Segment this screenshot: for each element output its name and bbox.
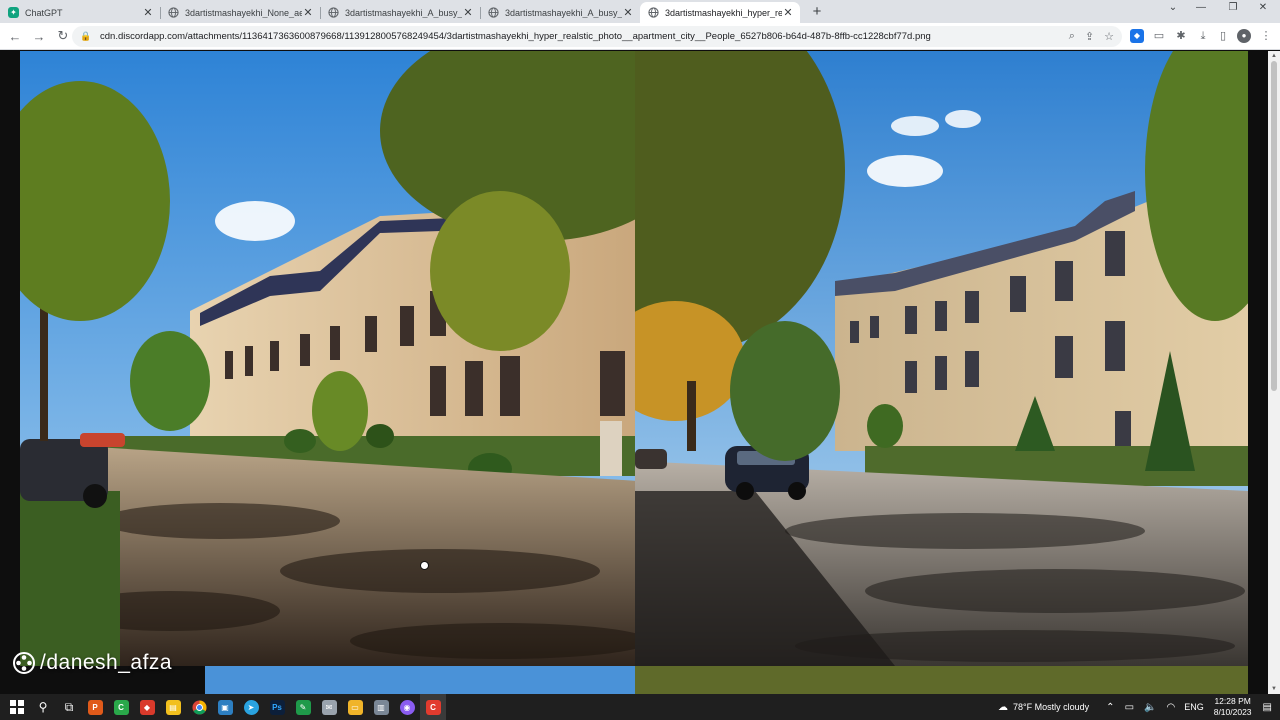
tab-image-active[interactable]: 3dartistmashayekhi_hyper_realsti ✕	[640, 2, 800, 23]
tab-image-1[interactable]: 3dartistmashayekhi_None_aefdd ✕	[160, 2, 320, 23]
browser-toolbar: ← → ↻ 🔒 cdn.discordapp.com/attachments/1…	[0, 23, 1280, 50]
clock[interactable]: 12:28 PM 8/10/2023	[1214, 696, 1252, 718]
language-indicator[interactable]: ENG	[1184, 702, 1204, 712]
film-reel-icon	[13, 652, 35, 674]
close-icon[interactable]: ✕	[302, 6, 314, 19]
file-explorer-icon[interactable]: ▭	[342, 694, 368, 720]
tab-title: 3dartistmashayekhi_hyper_realsti	[665, 7, 782, 18]
app-icon[interactable]: ✎	[290, 694, 316, 720]
tab-chatgpt[interactable]: ✦ ChatGPT ✕	[0, 2, 160, 23]
generated-image-right	[635, 51, 1248, 666]
page-viewport: ▲ ▼ /danesh_afza	[0, 51, 1280, 694]
globe-icon	[328, 7, 339, 18]
app-icon[interactable]: C	[108, 694, 134, 720]
chatgpt-icon: ✦	[8, 7, 19, 18]
chrome-icon[interactable]	[186, 694, 212, 720]
zoom-cursor-icon	[420, 561, 429, 570]
lock-icon: 🔒	[80, 31, 92, 41]
puzzle-icon[interactable]: ✱	[1174, 29, 1188, 43]
photoshop-icon[interactable]: Ps	[264, 694, 290, 720]
tab-image-3[interactable]: 3dartistmashayekhi_A_busy_city_ ✕	[480, 2, 640, 23]
tab-title: ChatGPT	[25, 7, 63, 18]
tab-title: 3dartistmashayekhi_A_busy_city_	[345, 7, 462, 18]
taskbar: ⚲ ⧉ P C ◆ ▤ ▣ ➤ Ps ✎ ✉ ▭ ▥ ◉ C ☁ 78°F Mo…	[0, 694, 1280, 720]
close-icon[interactable]: ✕	[782, 6, 794, 19]
clock-time: 12:28 PM	[1214, 696, 1251, 706]
weather-text[interactable]: 78°F Mostly cloudy	[1013, 702, 1089, 712]
app-icon[interactable]: ✉	[316, 694, 342, 720]
back-icon[interactable]: ←	[3, 29, 27, 44]
search-icon[interactable]: ⚲	[30, 694, 56, 720]
tab-strip: ✦ ChatGPT ✕ 3dartistmashayekhi_None_aefd…	[0, 0, 1280, 23]
wifi-icon[interactable]: ◠	[1166, 702, 1175, 713]
url-text[interactable]: cdn.discordapp.com/attachments/113641736…	[100, 31, 1059, 42]
forward-icon[interactable]: →	[27, 29, 51, 44]
network-icon[interactable]: ▭	[1125, 702, 1134, 713]
next-image-left-preview	[205, 666, 635, 694]
download-icon[interactable]: ⤓	[1196, 29, 1210, 43]
menu-kebab-icon[interactable]: ⋮	[1259, 29, 1273, 43]
scrollbar-thumb[interactable]	[1271, 61, 1277, 391]
globe-icon	[168, 7, 179, 18]
minimize-icon[interactable]: —	[1186, 2, 1216, 13]
app-icon[interactable]: ◆	[134, 694, 160, 720]
app-icon[interactable]: C	[420, 694, 446, 720]
avatar[interactable]: ●	[1237, 29, 1251, 43]
system-tray: ☁ 78°F Mostly cloudy ⌃ ▭ 🔈 ◠ ENG 12:28 P…	[993, 694, 1280, 720]
file-icon[interactable]: ▤	[160, 694, 186, 720]
notifications-icon[interactable]: ▤	[1263, 702, 1272, 713]
next-image-right-preview	[635, 666, 1248, 694]
weather-icon: ☁	[998, 701, 1009, 713]
generated-image-left	[20, 51, 635, 666]
extension-icon[interactable]: ▭	[1152, 29, 1166, 43]
image-left-canvas	[20, 51, 635, 666]
tab-image-2[interactable]: 3dartistmashayekhi_A_busy_city_ ✕	[320, 2, 480, 23]
share-icon[interactable]: ⇪	[1085, 30, 1094, 43]
scroll-down-icon[interactable]: ▼	[1268, 686, 1280, 692]
address-bar[interactable]: 🔒 cdn.discordapp.com/attachments/1136417…	[72, 26, 1122, 47]
image-right-canvas	[635, 51, 1248, 666]
app-icon[interactable]: ▥	[368, 694, 394, 720]
tab-title: 3dartistmashayekhi_None_aefdd	[185, 7, 302, 18]
tab-search-icon[interactable]: ⌄	[1158, 2, 1188, 13]
watermark: /danesh_afza	[12, 651, 172, 675]
globe-icon	[488, 7, 499, 18]
close-icon[interactable]: ✕	[622, 6, 634, 19]
watermark-text: /danesh_afza	[40, 651, 173, 674]
extension-icon[interactable]: ◆	[1130, 29, 1144, 43]
chevron-up-icon[interactable]: ⌃	[1106, 702, 1114, 713]
start-icon[interactable]	[4, 694, 30, 720]
task-view-icon[interactable]: ⧉	[56, 694, 82, 720]
bookmark-star-icon[interactable]: ☆	[1104, 30, 1114, 43]
close-icon[interactable]: ✕	[462, 6, 474, 19]
close-icon[interactable]: ✕	[142, 6, 154, 19]
tab-title: 3dartistmashayekhi_A_busy_city_	[505, 7, 622, 18]
scroll-up-icon[interactable]: ▲	[1268, 53, 1280, 59]
window-close-icon[interactable]: ✕	[1248, 2, 1278, 13]
side-panel-icon[interactable]: ▯	[1216, 29, 1230, 43]
new-tab-button[interactable]: +	[808, 3, 826, 21]
clock-date: 8/10/2023	[1213, 707, 1252, 717]
app-icon[interactable]: ▣	[212, 694, 238, 720]
search-icon[interactable]: ⌕	[1069, 30, 1075, 43]
app-icon[interactable]: ◉	[394, 694, 420, 720]
telegram-icon[interactable]: ➤	[238, 694, 264, 720]
scrollbar[interactable]: ▲ ▼	[1268, 51, 1280, 694]
app-icon[interactable]: P	[82, 694, 108, 720]
volume-icon[interactable]: 🔈	[1144, 702, 1156, 713]
restore-icon[interactable]: ❐	[1218, 2, 1248, 13]
globe-icon	[648, 7, 659, 18]
